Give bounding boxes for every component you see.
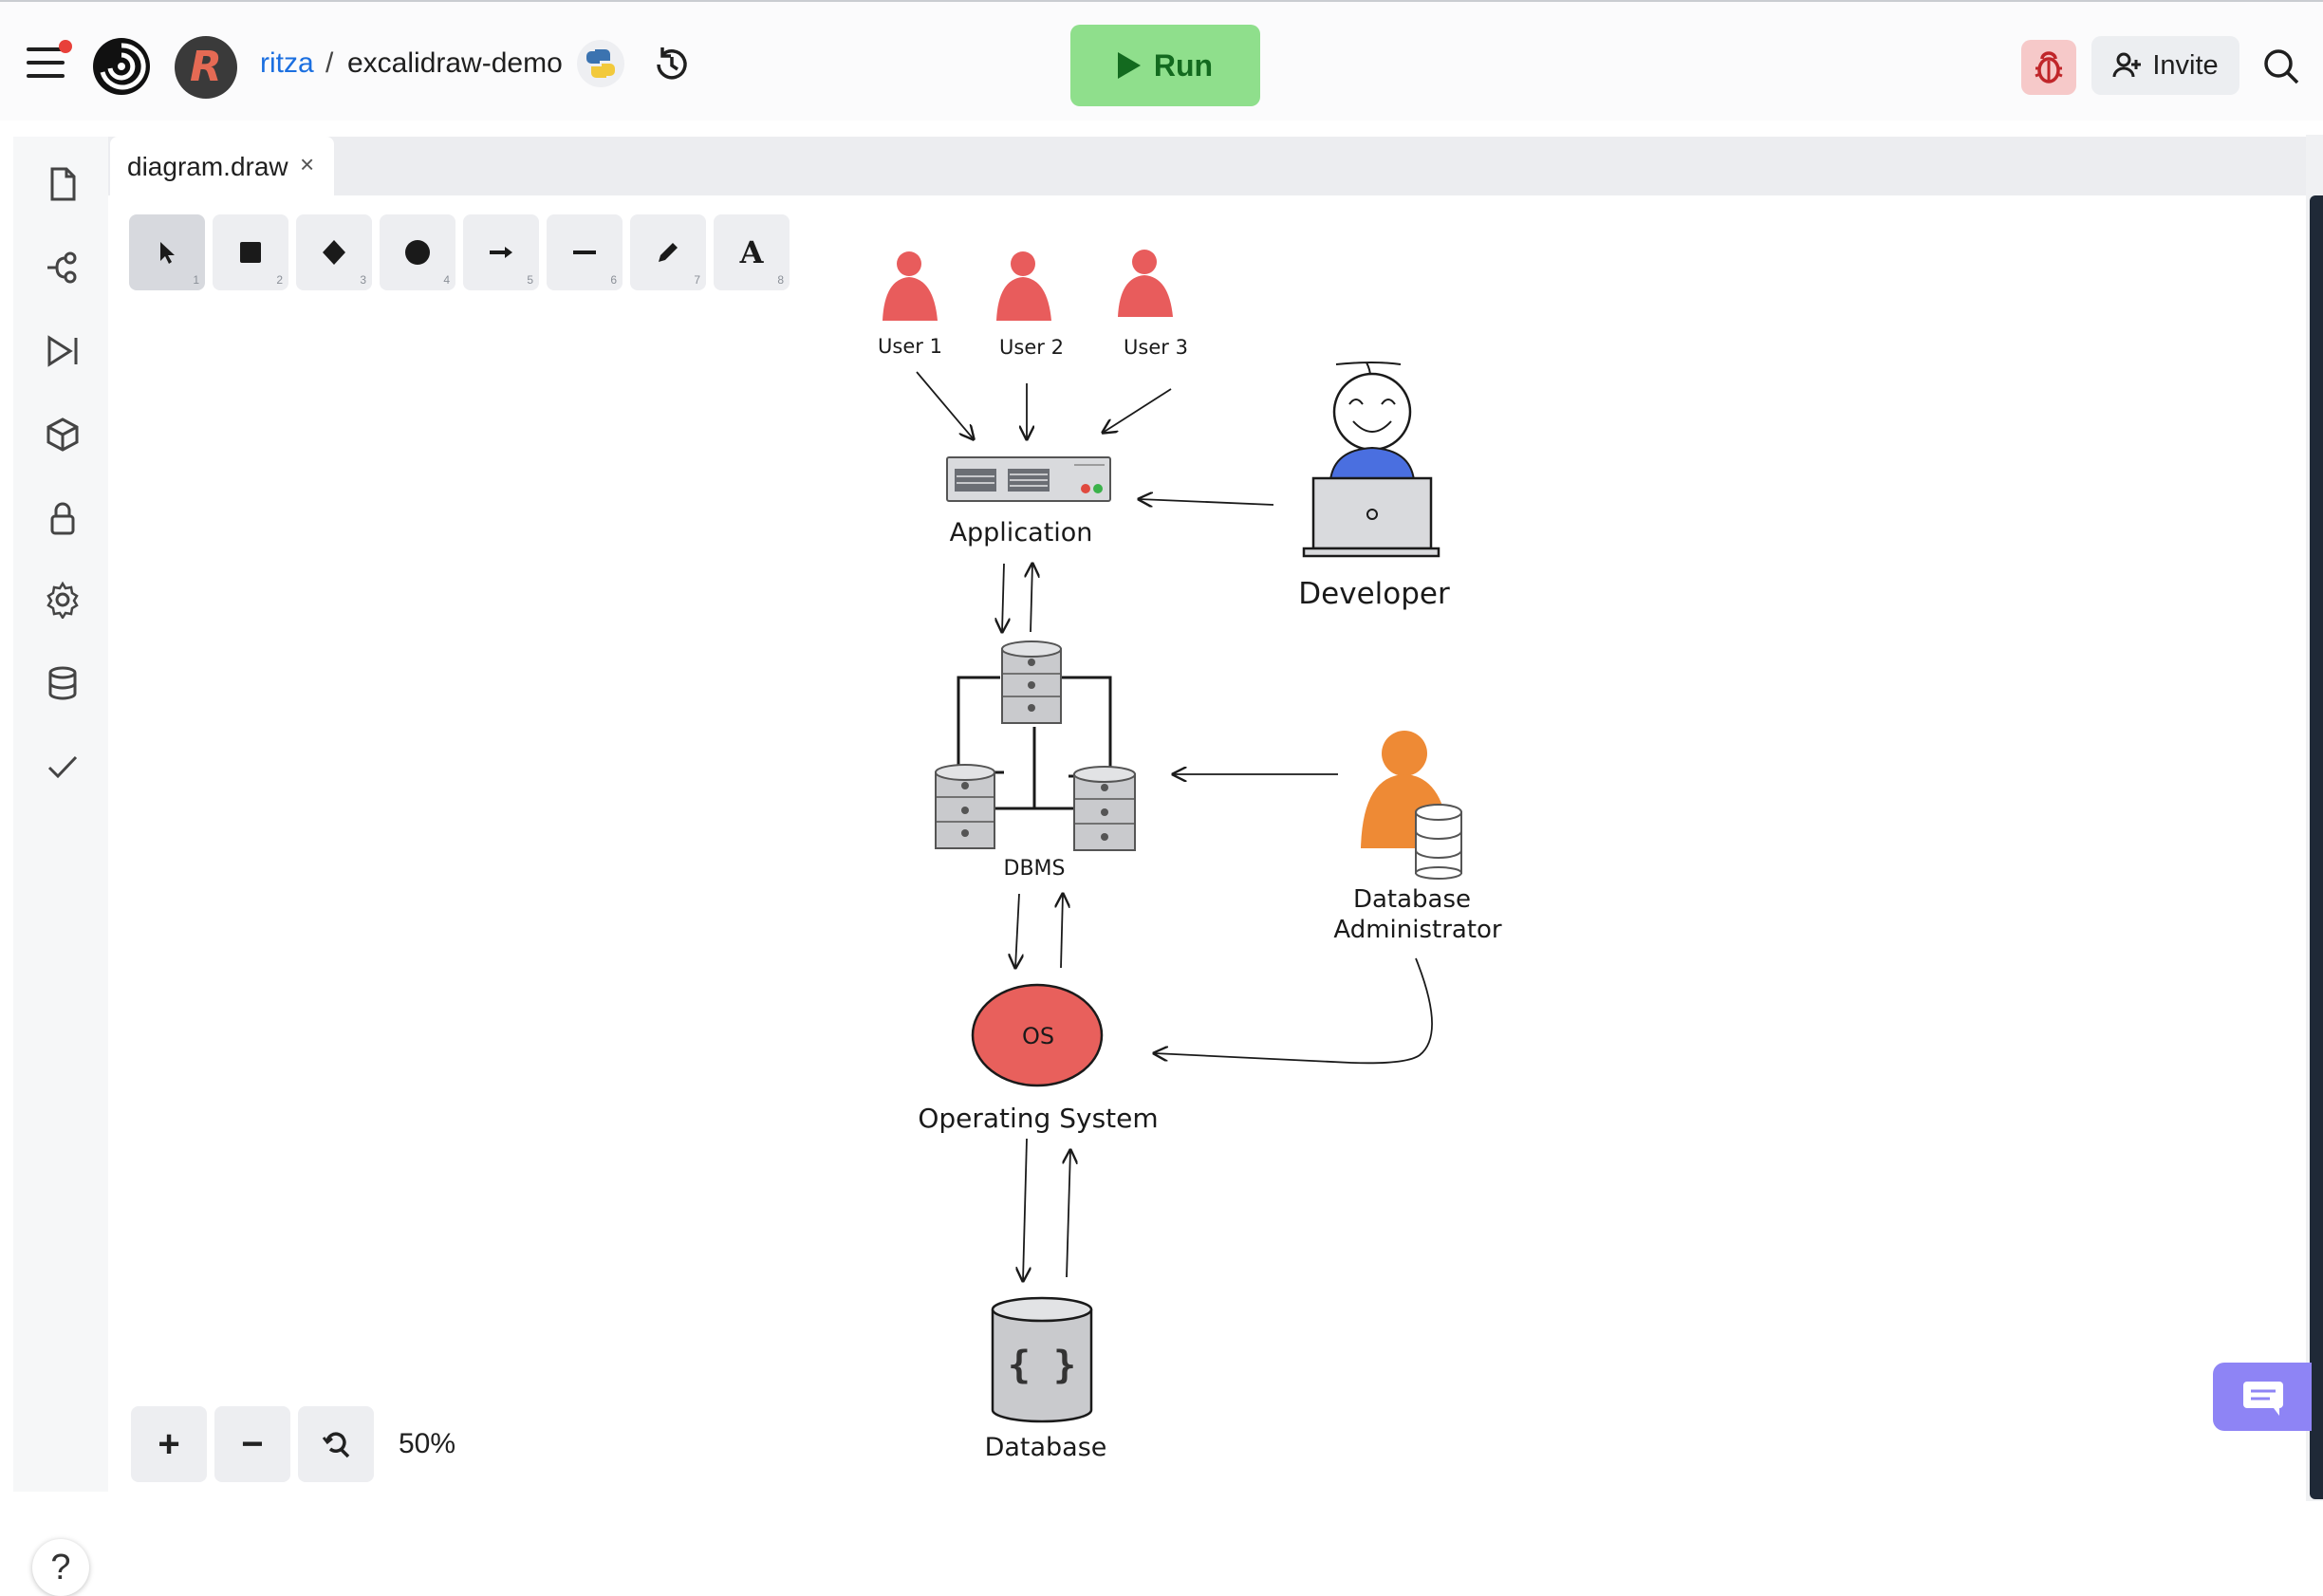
zoom-level: 50% <box>399 1428 456 1459</box>
run-label: Run <box>1153 47 1214 83</box>
user-2-icon[interactable] <box>996 251 1051 321</box>
zoom-reset-icon <box>322 1432 350 1458</box>
breadcrumb-user-link[interactable]: ritza <box>260 47 314 80</box>
arrow-database-to-os <box>1067 1150 1070 1278</box>
invite-button[interactable]: Invite <box>2091 36 2239 95</box>
database-administrator-icon[interactable] <box>1361 731 1462 880</box>
add-user-icon <box>2112 52 2142 78</box>
files-icon[interactable] <box>44 165 82 203</box>
zoom-in-button[interactable]: + <box>131 1406 207 1482</box>
reset-zoom-button[interactable] <box>298 1406 374 1482</box>
help-button[interactable]: ? <box>32 1539 89 1596</box>
search-icon[interactable] <box>2260 46 2302 87</box>
user-3-label: User 3 <box>1124 336 1188 359</box>
checkmark-icon[interactable] <box>44 748 82 786</box>
architecture-diagram: User 1 User 2 User 3 Application Develop… <box>878 250 1502 1462</box>
arrow-app-to-dbms <box>1002 563 1004 632</box>
bug-icon[interactable] <box>2021 40 2076 95</box>
database-braces-glyph: { } <box>1008 1344 1076 1387</box>
tab-diagram-draw[interactable]: diagram.draw × <box>110 137 334 195</box>
zoom-out-button[interactable]: − <box>214 1406 290 1482</box>
database-icon[interactable] <box>44 664 82 702</box>
menu-icon[interactable] <box>27 40 72 78</box>
os-short-label: OS <box>1022 1023 1054 1049</box>
user-1-label: User 1 <box>878 335 942 358</box>
arrow-developer-to-app <box>1139 499 1274 505</box>
left-sidebar: ? <box>13 137 109 1596</box>
chat-icon <box>2243 1382 2283 1416</box>
packages-icon[interactable] <box>44 416 82 454</box>
top-bar: R ritza / excalidraw-demo Run Invite <box>0 0 2323 121</box>
python-icon[interactable] <box>577 40 624 87</box>
breadcrumb-separator: / <box>325 47 334 79</box>
developer-label: Developer <box>1298 577 1450 611</box>
excalidraw-canvas[interactable]: 1 2 3 4 5 6 7 A 8 User 1 User 2 User 3 A… <box>108 195 2293 1492</box>
arrow-dbms-to-os <box>1015 893 1019 968</box>
arrow-dbms-to-app <box>1031 564 1032 633</box>
dbms-label: DBMS <box>1004 857 1066 881</box>
git-icon[interactable] <box>44 249 82 287</box>
dba-label-line2: Administrator <box>1333 916 1502 944</box>
arrow-user3-to-app <box>1103 388 1172 433</box>
zoom-controls: + − 50% <box>125 1401 462 1488</box>
play-icon <box>1117 52 1141 79</box>
notification-dot <box>59 40 72 53</box>
debugger-icon[interactable] <box>44 332 82 370</box>
scrollbar[interactable] <box>2310 195 2323 1499</box>
application-label: Application <box>950 518 1093 547</box>
application-server-icon[interactable] <box>946 456 1111 502</box>
secrets-lock-icon[interactable] <box>44 499 82 537</box>
avatar[interactable]: R <box>175 36 237 99</box>
dba-label-line1: Database <box>1353 885 1471 914</box>
developer-icon[interactable] <box>1302 362 1440 558</box>
user-1-icon[interactable] <box>883 251 938 321</box>
user-3-icon[interactable] <box>1118 250 1173 317</box>
settings-gear-icon[interactable] <box>44 581 82 619</box>
user-2-label: User 2 <box>999 336 1064 359</box>
run-button[interactable]: Run <box>1070 25 1260 106</box>
os-label: Operating System <box>918 1103 1158 1134</box>
history-icon[interactable] <box>651 44 693 85</box>
arrow-dba-to-os <box>1154 957 1433 1065</box>
chat-button[interactable] <box>2213 1363 2312 1431</box>
tab-bar: diagram.draw × <box>108 137 2310 195</box>
database-label: Database <box>985 1433 1107 1462</box>
tab-label: diagram.draw <box>127 152 288 181</box>
breadcrumb-repl-name[interactable]: excalidraw-demo <box>347 47 563 80</box>
arrow-user1-to-app <box>916 371 974 439</box>
arrow-os-to-database <box>1023 1138 1027 1281</box>
replit-logo-icon[interactable] <box>91 36 152 97</box>
invite-label: Invite <box>2152 49 2219 81</box>
close-icon[interactable]: × <box>300 150 314 179</box>
dbms-cluster-icon[interactable] <box>935 640 1136 851</box>
arrow-os-to-dbms <box>1061 894 1063 969</box>
